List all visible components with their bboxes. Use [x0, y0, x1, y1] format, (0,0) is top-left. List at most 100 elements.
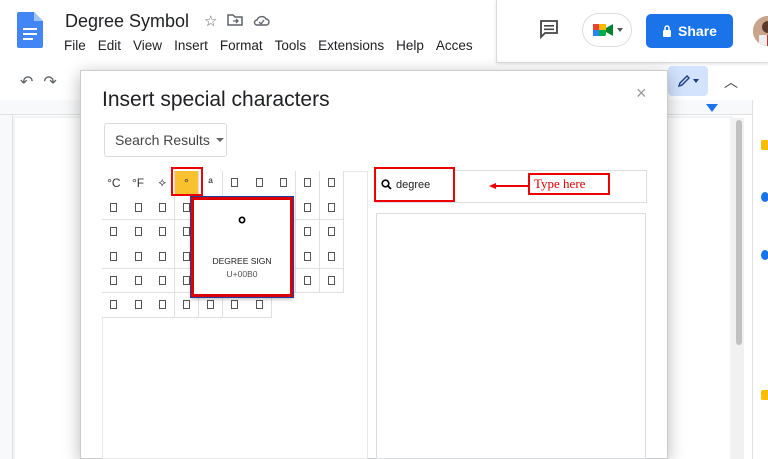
vertical-ruler: [0, 115, 13, 459]
character-cell[interactable]: [319, 171, 345, 196]
preview-glyph: °: [237, 212, 247, 237]
character-cell[interactable]: [126, 195, 151, 221]
drawing-area[interactable]: [376, 213, 646, 459]
missing-glyph-icon: [158, 227, 166, 237]
menu-help[interactable]: Help: [396, 38, 424, 53]
missing-glyph-icon: [303, 251, 311, 261]
missing-glyph-icon: [182, 227, 190, 237]
avatar[interactable]: [753, 16, 768, 46]
menu-format[interactable]: Format: [220, 38, 263, 53]
missing-glyph-icon: [328, 276, 336, 286]
character-cell[interactable]: [295, 195, 321, 221]
character-cell[interactable]: [295, 244, 321, 270]
missing-glyph-icon: [328, 227, 336, 237]
character-cell[interactable]: [102, 244, 127, 270]
share-label: Share: [678, 23, 717, 39]
comment-icon[interactable]: [539, 19, 559, 39]
character-cell[interactable]: [150, 293, 176, 318]
annotation-arrow-icon: [489, 183, 528, 189]
menu-edit[interactable]: Edit: [98, 38, 121, 53]
category-dropdown[interactable]: Search Results: [104, 123, 227, 157]
missing-glyph-icon: [110, 251, 118, 261]
menu-extensions[interactable]: Extensions: [318, 38, 384, 53]
undo-icon[interactable]: ↶: [20, 72, 33, 92]
menu-accessibility[interactable]: Acces: [436, 38, 473, 53]
character-cell[interactable]: [319, 219, 345, 245]
missing-glyph-icon: [110, 300, 118, 310]
character-cell[interactable]: [271, 171, 297, 196]
character-cell[interactable]: °F: [126, 171, 151, 196]
character-cell[interactable]: [319, 268, 345, 294]
missing-glyph-icon: [110, 227, 118, 237]
missing-glyph-icon: [255, 178, 263, 188]
character-cell[interactable]: [295, 171, 321, 196]
menu-view[interactable]: View: [133, 38, 162, 53]
menu-insert[interactable]: Insert: [174, 38, 208, 53]
search-input[interactable]: degree: [374, 167, 455, 202]
missing-glyph-icon: [328, 202, 336, 212]
character-cell[interactable]: [319, 195, 345, 221]
contacts-icon[interactable]: [761, 250, 768, 260]
missing-glyph-icon: [303, 178, 311, 188]
menu-file[interactable]: File: [64, 38, 86, 53]
tasks-icon[interactable]: [761, 192, 768, 202]
star-icon[interactable]: ☆: [204, 12, 217, 30]
missing-glyph-icon: [255, 300, 263, 310]
character-cell[interactable]: [126, 293, 151, 318]
addon-icon[interactable]: [761, 390, 768, 400]
character-cell[interactable]: [247, 171, 272, 196]
chevron-down-icon: [693, 79, 699, 83]
character-cell[interactable]: [319, 244, 345, 270]
annotation-label: Type here: [528, 173, 610, 195]
character-cell[interactable]: [126, 268, 151, 294]
scrollbar-thumb[interactable]: [736, 120, 742, 345]
document-title[interactable]: Degree Symbol: [65, 11, 189, 32]
character-glyph: °C: [107, 175, 121, 190]
indent-marker-icon[interactable]: [706, 104, 718, 112]
menubar: File Edit View Insert Format Tools Exten…: [64, 38, 473, 53]
missing-glyph-icon: [279, 178, 287, 188]
move-folder-icon[interactable]: [227, 12, 244, 28]
character-cell[interactable]: [126, 244, 151, 270]
hide-menus-icon[interactable]: ︿: [724, 72, 738, 92]
redo-icon[interactable]: ↷: [43, 72, 56, 92]
character-cell[interactable]: [150, 268, 176, 294]
character-cell[interactable]: [102, 268, 127, 294]
cloud-saved-icon[interactable]: [253, 12, 271, 28]
missing-glyph-icon: [231, 178, 239, 188]
character-cell[interactable]: [102, 195, 127, 221]
missing-glyph-icon: [182, 251, 190, 261]
avatar-image: [753, 16, 768, 46]
character-cell[interactable]: [150, 219, 176, 245]
share-button[interactable]: Share: [646, 14, 733, 48]
header-actions: Share: [496, 0, 768, 63]
missing-glyph-icon: [207, 300, 215, 310]
search-value: degree: [396, 178, 431, 191]
missing-glyph-icon: [134, 202, 142, 212]
character-cell[interactable]: [102, 293, 127, 318]
missing-glyph-icon: [134, 276, 142, 286]
character-cell[interactable]: [102, 219, 127, 245]
pencil-icon: [677, 75, 690, 88]
menu-tools[interactable]: Tools: [275, 38, 307, 53]
missing-glyph-icon: [182, 202, 190, 212]
character-cell[interactable]: [150, 244, 176, 270]
missing-glyph-icon: [182, 300, 190, 310]
editing-mode-button[interactable]: [668, 66, 708, 96]
docs-logo-icon[interactable]: [17, 12, 43, 48]
missing-glyph-icon: [134, 300, 142, 310]
character-cell[interactable]: [295, 268, 321, 294]
close-icon[interactable]: ×: [636, 83, 647, 104]
keep-icon[interactable]: [761, 140, 768, 150]
search-icon: [381, 179, 392, 190]
character-cell[interactable]: [223, 171, 248, 196]
missing-glyph-icon: [158, 300, 166, 310]
missing-glyph-icon: [158, 202, 166, 212]
character-cell[interactable]: [150, 195, 176, 221]
character-cell[interactable]: °C: [102, 171, 127, 196]
meet-button[interactable]: [582, 13, 632, 47]
character-cell[interactable]: [295, 219, 321, 245]
chevron-down-icon: [215, 138, 224, 142]
missing-glyph-icon: [134, 227, 142, 237]
character-cell[interactable]: [126, 219, 151, 245]
